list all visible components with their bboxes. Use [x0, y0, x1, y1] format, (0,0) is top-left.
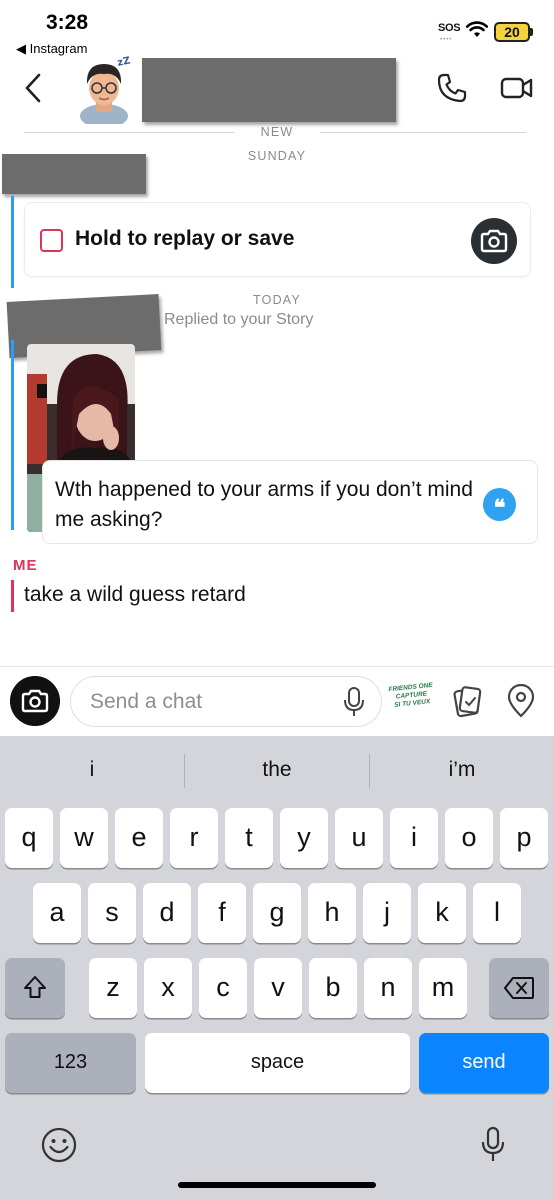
- key-h[interactable]: h: [308, 883, 356, 943]
- key-q[interactable]: q: [5, 808, 53, 868]
- key-n[interactable]: n: [364, 958, 412, 1018]
- key-y[interactable]: y: [280, 808, 328, 868]
- memories-icon[interactable]: [452, 684, 482, 718]
- backspace-icon: [504, 977, 534, 999]
- phone-icon[interactable]: [436, 72, 468, 104]
- keyboard: i the i’m q w e r t y u i o p a s d f g …: [0, 736, 554, 1200]
- key-s[interactable]: s: [88, 883, 136, 943]
- suggestion-2[interactable]: the: [185, 758, 369, 782]
- key-t[interactable]: t: [225, 808, 273, 868]
- key-f[interactable]: f: [198, 883, 246, 943]
- replied-to-story-label: Replied to your Story: [164, 311, 314, 328]
- camera-button[interactable]: [10, 676, 60, 726]
- battery-cap: [530, 28, 533, 36]
- key-r[interactable]: r: [170, 808, 218, 868]
- backspace-key[interactable]: [489, 958, 549, 1018]
- key-z[interactable]: z: [89, 958, 137, 1018]
- key-l[interactable]: l: [473, 883, 521, 943]
- redacted-contact-name: [142, 58, 396, 122]
- battery-indicator: 20: [494, 22, 530, 42]
- dictation-microphone-icon[interactable]: [480, 1126, 506, 1164]
- suggestion-3[interactable]: i’m: [370, 758, 554, 782]
- microphone-icon[interactable]: [342, 686, 366, 718]
- quote-icon[interactable]: ❝: [483, 488, 516, 521]
- key-d[interactable]: d: [143, 883, 191, 943]
- numbers-key[interactable]: 123: [5, 1033, 136, 1093]
- received-accent-bar: [11, 196, 14, 288]
- sent-accent-bar: [11, 580, 14, 612]
- composer-divider: [0, 666, 554, 667]
- unopened-snap-icon: [40, 229, 63, 252]
- location-pin-icon[interactable]: [506, 684, 536, 718]
- key-c[interactable]: c: [199, 958, 247, 1018]
- status-time: 3:28: [46, 11, 89, 34]
- sos-indicator: SOS: [438, 22, 461, 34]
- sent-message-text[interactable]: take a wild guess retard: [24, 583, 246, 607]
- key-a[interactable]: a: [33, 883, 81, 943]
- camera-icon[interactable]: [471, 218, 517, 264]
- video-camera-icon[interactable]: [500, 74, 534, 102]
- reply-text: Wth happened to your arms if you don’t m…: [55, 478, 473, 531]
- wifi-icon: [466, 21, 488, 37]
- key-w[interactable]: w: [60, 808, 108, 868]
- suggestion-1[interactable]: i: [0, 758, 184, 782]
- key-b[interactable]: b: [309, 958, 357, 1018]
- key-p[interactable]: p: [500, 808, 548, 868]
- me-label: ME: [13, 557, 38, 574]
- shift-key[interactable]: [5, 958, 65, 1018]
- key-j[interactable]: j: [363, 883, 411, 943]
- sticker-button[interactable]: FRIENDS ONE CAPTURE SI TU VEUX: [386, 682, 437, 721]
- signal-dots: ••••: [440, 37, 453, 43]
- key-i[interactable]: i: [390, 808, 438, 868]
- svg-text:zZ: zZ: [116, 55, 131, 68]
- key-u[interactable]: u: [335, 808, 383, 868]
- chat-input[interactable]: [70, 676, 382, 727]
- key-g[interactable]: g: [253, 883, 301, 943]
- new-messages-label: NEW: [260, 125, 294, 139]
- avatar[interactable]: zZ: [74, 54, 134, 124]
- emoji-icon[interactable]: [40, 1126, 78, 1164]
- key-o[interactable]: o: [445, 808, 493, 868]
- status-bar: 3:28 SOS •••• 20: [0, 0, 554, 43]
- key-x[interactable]: x: [144, 958, 192, 1018]
- space-key[interactable]: space: [145, 1033, 410, 1093]
- chevron-left-icon[interactable]: [20, 70, 46, 106]
- shift-arrow-icon: [24, 976, 46, 998]
- received-accent-bar-2: [11, 340, 14, 530]
- home-indicator[interactable]: [178, 1182, 376, 1188]
- redacted-sender-name: [2, 154, 146, 194]
- key-m[interactable]: m: [419, 958, 467, 1018]
- snap-label: Hold to replay or save: [75, 227, 295, 250]
- snap-message[interactable]: Hold to replay or save: [24, 202, 531, 277]
- key-e[interactable]: e: [115, 808, 163, 868]
- key-v[interactable]: v: [254, 958, 302, 1018]
- reply-message[interactable]: Wth happened to your arms if you don’t m…: [42, 460, 538, 544]
- key-k[interactable]: k: [418, 883, 466, 943]
- send-key[interactable]: send: [419, 1033, 549, 1093]
